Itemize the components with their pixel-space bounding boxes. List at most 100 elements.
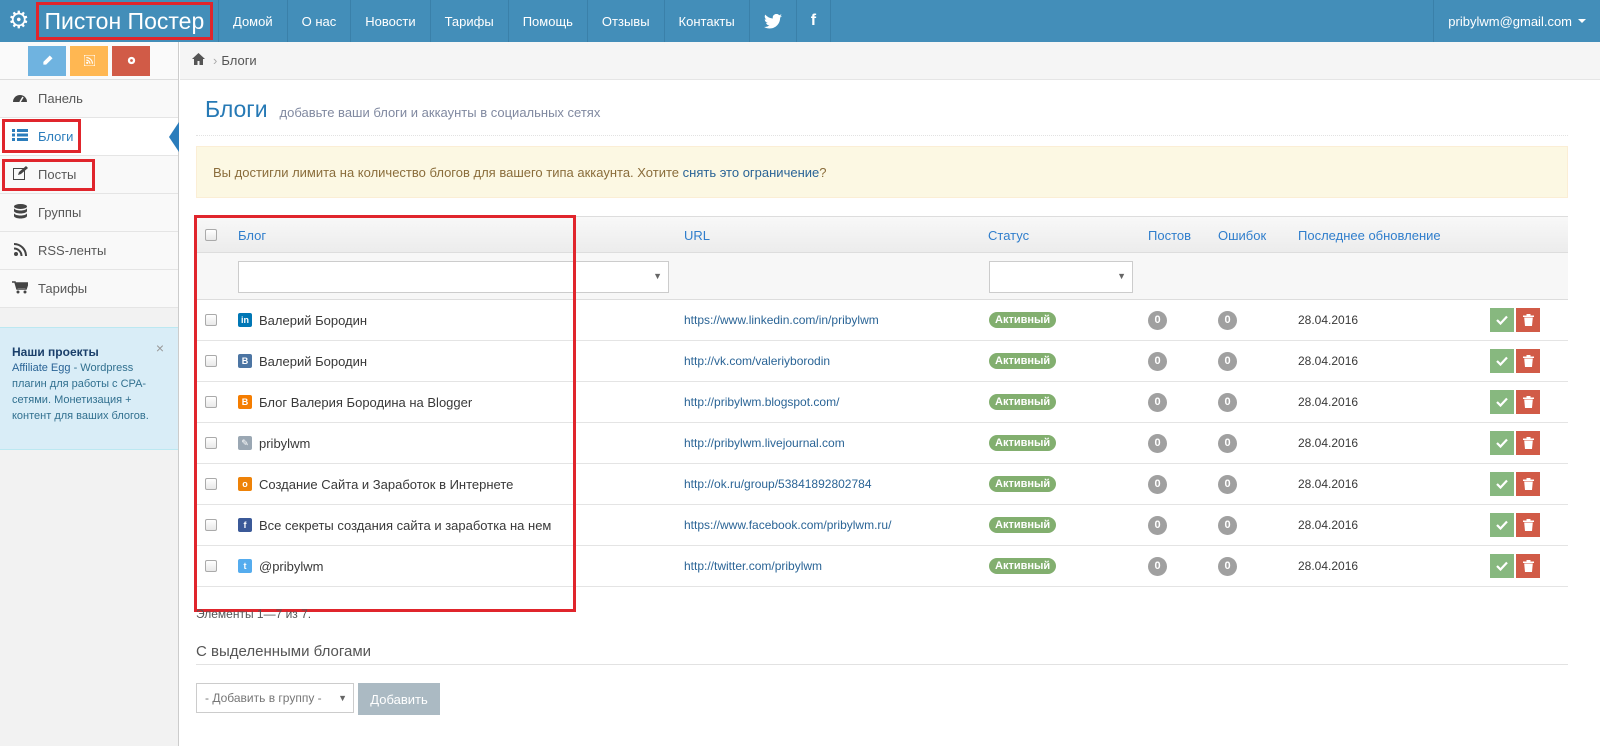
row-select-cell (205, 382, 217, 422)
actions-cell (1490, 546, 1540, 586)
row-checkbox[interactable] (205, 396, 217, 408)
linkedin-icon: in (238, 313, 252, 327)
row-checkbox[interactable] (205, 314, 217, 326)
check-icon[interactable] (1490, 390, 1514, 414)
user-email: pribylwm@gmail.com (1448, 13, 1572, 29)
updated-cell: 28.04.2016 (1298, 423, 1358, 463)
trash-icon[interactable] (1516, 390, 1540, 414)
close-icon[interactable]: × (156, 340, 164, 356)
twitter-icon[interactable] (748, 0, 796, 42)
main-nav: Домой О нас Новости Тарифы Помощь Отзывы… (218, 0, 832, 42)
sidebar-item-dashboard[interactable]: Панель (0, 80, 178, 118)
blog-url-link[interactable]: http://twitter.com/pribylwm (684, 559, 822, 573)
livejournal-icon: ✎ (238, 436, 252, 450)
add-to-group-value: - Добавить в группу - (205, 691, 322, 705)
blog-name[interactable]: pribylwm (259, 436, 310, 451)
blog-name[interactable]: Валерий Бородин (259, 313, 367, 328)
row-checkbox[interactable] (205, 437, 217, 449)
sidebar-item-groups[interactable]: Группы (0, 194, 178, 232)
status-cell: Активный (989, 464, 1057, 504)
col-status[interactable]: Статус (988, 217, 1029, 253)
table-row: f Все секреты создания сайта и заработка … (196, 505, 1568, 546)
select-all-checkbox[interactable] (205, 229, 217, 241)
blog-name[interactable]: @pribylwm (259, 559, 323, 574)
check-icon[interactable] (1490, 308, 1514, 332)
check-icon[interactable] (1490, 554, 1514, 578)
breadcrumb-separator: › (213, 53, 218, 68)
check-icon[interactable] (1490, 472, 1514, 496)
nav-news[interactable]: Новости (350, 0, 429, 42)
blog-name[interactable]: Блог Валерия Бородина на Blogger (259, 395, 472, 410)
remove-limit-link[interactable]: снять это ограничение (683, 165, 820, 180)
trash-icon[interactable] (1516, 472, 1540, 496)
blog-cell: B Валерий Бородин (238, 341, 367, 381)
col-updated[interactable]: Последнее обновление (1298, 217, 1441, 253)
blog-name[interactable]: Все секреты создания сайта и заработка н… (259, 518, 551, 533)
blog-url-link[interactable]: http://pribylwm.blogspot.com/ (684, 395, 839, 409)
col-blog[interactable]: Блог (238, 217, 266, 253)
blog-url-link[interactable]: http://pribylwm.livejournal.com (684, 436, 845, 450)
dashboard-icon (10, 91, 30, 106)
blog-filter-select[interactable]: ▼ (238, 261, 669, 293)
trash-icon[interactable] (1516, 349, 1540, 373)
posts-count-badge: 0 (1148, 556, 1167, 576)
errors-cell: 0 (1218, 423, 1237, 463)
sidebar-item-blogs[interactable]: Блоги (0, 118, 179, 156)
posts-cell: 0 (1148, 300, 1167, 340)
nav-pricing[interactable]: Тарифы (429, 0, 508, 42)
sidebar-item-posts[interactable]: Посты (0, 156, 178, 194)
blog-url-link[interactable]: http://ok.ru/group/53841892802784 (684, 477, 872, 491)
trash-icon[interactable] (1516, 431, 1540, 455)
affiliate-egg-link[interactable]: Affiliate Egg (12, 362, 71, 374)
actions-cell (1490, 382, 1540, 422)
check-icon[interactable] (1490, 431, 1514, 455)
add-button[interactable]: Добавить (358, 683, 440, 715)
blog-name[interactable]: Создание Сайта и Заработок в Интернете (259, 477, 513, 492)
table-row: B Блог Валерия Бородина на Blogger http://… (196, 382, 1568, 423)
blog-url-link[interactable]: https://www.linkedin.com/in/pribylwm (684, 313, 879, 327)
col-url[interactable]: URL (684, 217, 710, 253)
row-checkbox[interactable] (205, 560, 217, 572)
table-header: Блог URL Статус Постов Ошибок Последнее … (196, 216, 1568, 253)
nav-help[interactable]: Помощь (507, 0, 587, 42)
blog-url-link[interactable]: http://vk.com/valeriyborodin (684, 354, 830, 368)
trash-icon[interactable] (1516, 308, 1540, 332)
actions-cell (1490, 423, 1540, 463)
last-updated-date: 28.04.2016 (1298, 395, 1359, 409)
brand-title[interactable]: Пистон Постер (35, 2, 214, 40)
sidebar-item-label: RSS-ленты (38, 243, 107, 258)
status-badge: Активный (989, 476, 1057, 492)
add-to-group-select[interactable]: - Добавить в группу - ▼ (196, 683, 354, 713)
home-icon[interactable] (192, 53, 205, 68)
trash-icon[interactable] (1516, 513, 1540, 537)
check-icon[interactable] (1490, 513, 1514, 537)
nav-reviews[interactable]: Отзывы (586, 0, 664, 42)
status-filter-select[interactable]: ▼ (989, 261, 1133, 293)
row-checkbox[interactable] (205, 478, 217, 490)
blog-name[interactable]: Валерий Бородин (259, 354, 367, 369)
nav-home[interactable]: Домой (218, 0, 287, 42)
brand[interactable]: ⚙ Пистон Постер (0, 0, 214, 42)
rss-shortcut-button[interactable] (70, 45, 108, 76)
sidebar-item-rss[interactable]: RSS-ленты (0, 232, 178, 270)
col-posts[interactable]: Постов (1148, 217, 1191, 253)
projects-text: Affiliate Egg - Wordpress плагин для раб… (12, 360, 166, 424)
pencil-shortcut-button[interactable] (28, 45, 66, 76)
caret-down-icon (1578, 19, 1586, 23)
url-cell: http://pribylwm.blogspot.com/ (684, 382, 839, 422)
nav-contacts[interactable]: Контакты (663, 0, 749, 42)
sidebar-item-pricing[interactable]: Тарифы (0, 270, 178, 308)
facebook-icon[interactable]: f (795, 0, 832, 42)
row-checkbox[interactable] (205, 519, 217, 531)
nav-about[interactable]: О нас (286, 0, 351, 42)
row-checkbox[interactable] (205, 355, 217, 367)
settings-shortcut-button[interactable] (112, 45, 150, 76)
user-menu[interactable]: pribylwm@gmail.com (1433, 0, 1600, 42)
trash-icon[interactable] (1516, 554, 1540, 578)
blog-url-link[interactable]: https://www.facebook.com/pribylwm.ru/ (684, 518, 891, 532)
breadcrumb: › Блоги (180, 42, 1600, 80)
check-icon[interactable] (1490, 349, 1514, 373)
col-errors[interactable]: Ошибок (1218, 217, 1266, 253)
last-updated-date: 28.04.2016 (1298, 477, 1359, 491)
sidebar-item-label: Тарифы (38, 281, 88, 296)
